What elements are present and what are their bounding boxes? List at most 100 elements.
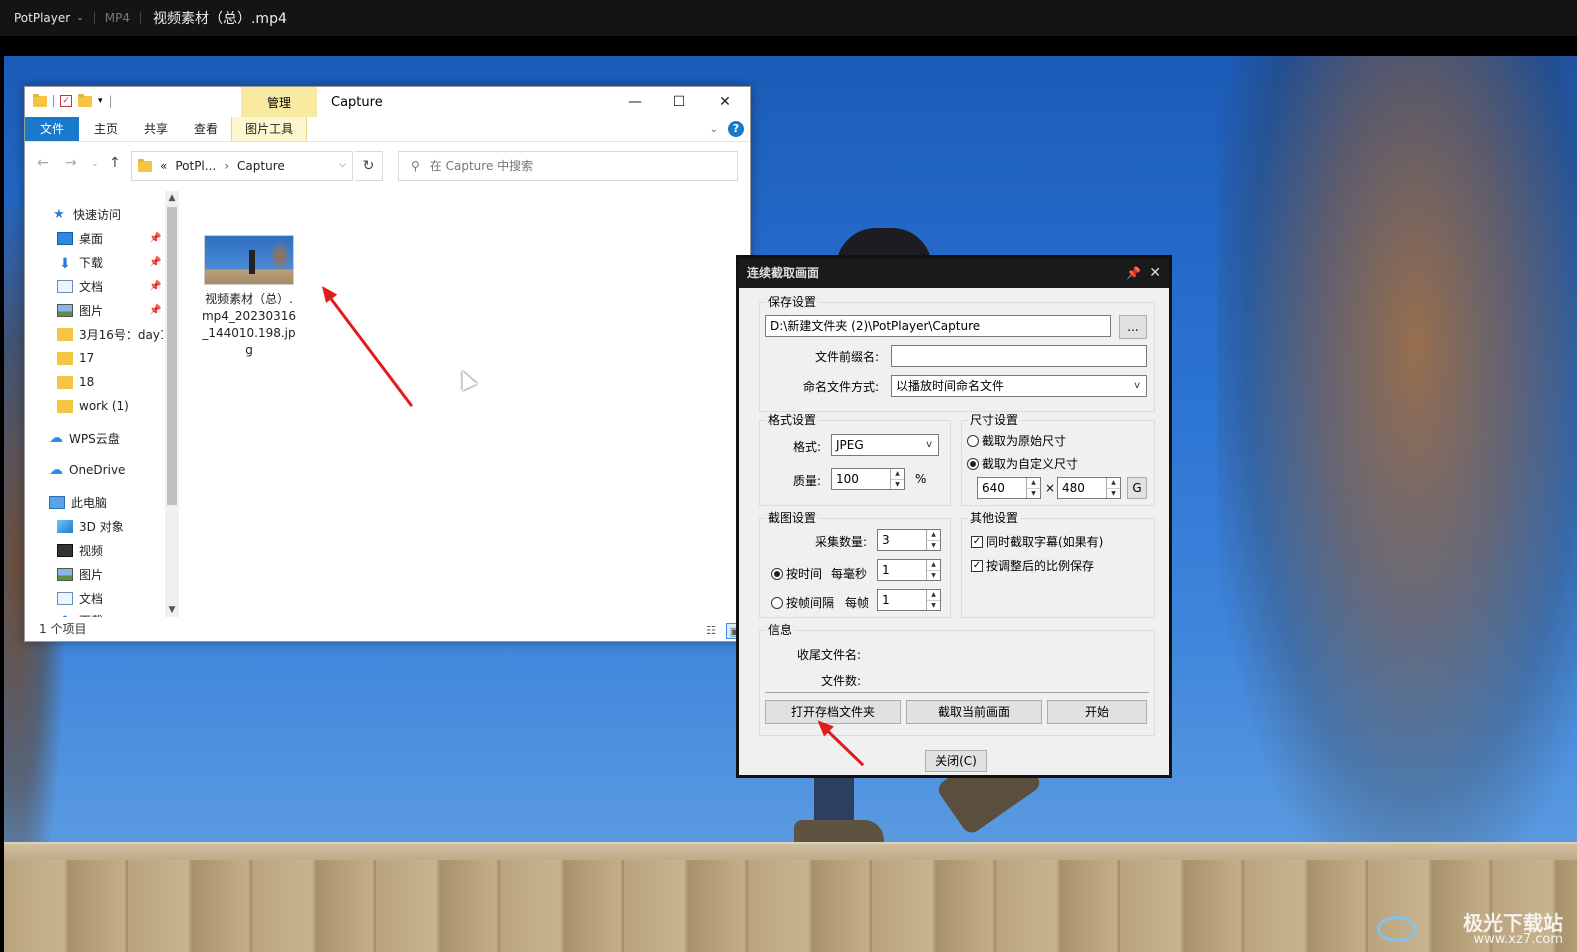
size-custom-radio[interactable]: 截取为自定义尺寸	[967, 455, 1078, 472]
nav-wps-cloud[interactable]: ☁ WPS云盘	[49, 427, 120, 449]
address-bar[interactable]: « PotPl... › Capture ⌵	[131, 151, 353, 181]
scroll-up-icon[interactable]: ▲	[165, 193, 179, 203]
count-input[interactable]: 3 ▲ ▼	[877, 529, 941, 551]
picture-icon	[57, 567, 73, 581]
recent-chevron-icon[interactable]: ⌄	[91, 159, 99, 169]
naming-value: 以播放时间命名文件	[896, 379, 1005, 393]
nav-folder-17[interactable]: 17	[57, 347, 94, 369]
frame-interval-input[interactable]: 1 ▲ ▼	[877, 589, 941, 611]
nav-3d-objects[interactable]: 3D 对象	[57, 515, 124, 537]
nav-this-pc[interactable]: 此电脑	[49, 491, 107, 513]
nav-quick-access[interactable]: ★ 快速访问	[51, 203, 121, 225]
format-settings-group: 格式设置	[759, 413, 951, 506]
close-icon[interactable]: ✕	[1149, 258, 1161, 288]
folder-icon[interactable]	[33, 93, 47, 107]
help-icon[interactable]: ?	[728, 121, 744, 137]
prefix-input[interactable]	[891, 345, 1147, 367]
new-folder-icon[interactable]	[78, 93, 92, 107]
up-arrow-icon[interactable]: ↑	[109, 155, 121, 171]
nav-folder-18[interactable]: 18	[57, 371, 94, 393]
breadcrumb-capture[interactable]: Capture	[237, 159, 285, 173]
cloud-icon: ☁	[49, 430, 63, 446]
nav-onedrive[interactable]: ☁ OneDrive	[49, 459, 125, 481]
height-spinner[interactable]: ▲ ▼	[1106, 478, 1120, 498]
frame-spinner[interactable]: ▲ ▼	[926, 590, 940, 610]
address-dropdown-chevron-icon[interactable]: ⌵	[339, 160, 346, 170]
quality-spinner[interactable]: ▲ ▼	[890, 469, 904, 489]
tab-home[interactable]: 主页	[81, 117, 131, 141]
forward-arrow-icon[interactable]: →	[65, 155, 77, 171]
format-select[interactable]: JPEG v	[831, 434, 939, 456]
computer-icon	[49, 495, 65, 509]
file-item[interactable]: 视频素材（总）.mp4_20230316_144010.198.jpg	[201, 235, 297, 359]
nav-pc-downloads[interactable]: ⬇ 下载	[57, 609, 103, 618]
image-thumbnail[interactable]	[204, 235, 294, 285]
nav-label: 3月16号：day1	[79, 327, 163, 342]
nav-desktop[interactable]: 桌面	[57, 227, 103, 249]
close-button[interactable]: 关闭(C)	[925, 750, 987, 772]
tab-view[interactable]: 查看	[181, 117, 231, 141]
expand-ribbon-chevron-icon[interactable]: ⌄	[710, 124, 718, 135]
capture-subtitles-checkbox[interactable]: ✓ 同时截取字幕(如果有)	[971, 533, 1103, 550]
customize-toolbar-chevron-icon[interactable]: ▾	[98, 96, 103, 106]
last-file-label: 收尾文件名:	[796, 648, 861, 662]
count-spinner[interactable]: ▲ ▼	[926, 530, 940, 550]
scroll-down-icon[interactable]: ▼	[165, 605, 179, 615]
dialog-title: 连续截取画面	[739, 258, 1169, 288]
folder-icon	[138, 158, 152, 172]
start-button[interactable]: 开始	[1047, 700, 1147, 724]
scroll-thumb[interactable]	[167, 207, 177, 505]
nav-folder-day1[interactable]: 3月16号：day1	[57, 323, 163, 345]
quick-access-separator: |	[108, 94, 113, 108]
open-folder-button[interactable]: 打开存档文件夹	[765, 700, 901, 724]
back-arrow-icon[interactable]: ←	[37, 155, 49, 171]
minimize-button[interactable]: —	[613, 89, 657, 115]
details-view-icon[interactable]: ☷	[702, 623, 720, 639]
onedrive-cloud-icon: ☁	[49, 462, 63, 478]
radio-label: 按帧间隔	[786, 596, 835, 610]
nav-pc-documents[interactable]: 文档	[57, 587, 103, 609]
address-prefix[interactable]: «	[160, 159, 167, 173]
quality-input[interactable]: 100 ▲ ▼	[831, 468, 905, 490]
naming-select[interactable]: 以播放时间命名文件 v	[891, 375, 1147, 397]
height-input[interactable]: 480 ▲ ▼	[1057, 477, 1121, 499]
by-frame-radio[interactable]: 按帧间隔	[771, 594, 834, 611]
nav-pictures[interactable]: 图片	[57, 299, 103, 321]
nav-folder-work[interactable]: work (1)	[57, 395, 129, 417]
folder-icon	[57, 399, 73, 413]
refresh-icon[interactable]: ↻	[355, 151, 383, 181]
size-original-radio[interactable]: 截取为原始尺寸	[967, 432, 1066, 449]
keep-ratio-checkbox[interactable]: ✓ 按调整后的比例保存	[971, 557, 1094, 574]
explorer-title: Capture	[331, 95, 383, 110]
close-button[interactable]: ✕	[703, 89, 747, 115]
time-spinner[interactable]: ▲ ▼	[926, 560, 940, 580]
player-menu-button[interactable]: PotPlayer ⌄	[0, 11, 84, 25]
save-path-field[interactable]: D:\新建文件夹 (2)\PotPlayer\Capture	[765, 315, 1111, 337]
width-spinner[interactable]: ▲ ▼	[1026, 478, 1040, 498]
tab-picture-tools[interactable]: 图片工具	[231, 117, 308, 141]
quality-value: 100	[836, 472, 859, 486]
group-title: 信息	[766, 623, 795, 637]
nav-downloads[interactable]: ⬇ 下载	[57, 251, 103, 273]
nav-pc-pictures[interactable]: 图片	[57, 563, 103, 585]
browse-button[interactable]: ...	[1119, 315, 1147, 339]
properties-check-icon[interactable]: ✓	[60, 95, 72, 107]
nav-documents[interactable]: 文档	[57, 275, 103, 297]
search-input[interactable]	[429, 159, 710, 173]
tab-manage[interactable]: 管理	[241, 87, 317, 117]
maximize-button[interactable]: ☐	[657, 89, 701, 115]
prefix-label: 文件前缀名:	[814, 350, 879, 364]
capture-now-button[interactable]: 截取当前画面	[906, 700, 1042, 724]
breadcrumb-potplayer[interactable]: PotPl...	[175, 159, 216, 173]
nav-scrollbar[interactable]: ▲ ▼	[165, 191, 179, 617]
pin-icon[interactable]: 📌	[1126, 258, 1141, 288]
g-button[interactable]: G	[1127, 477, 1147, 499]
by-time-radio[interactable]: 按时间	[771, 565, 822, 582]
width-input[interactable]: 640 ▲ ▼	[977, 477, 1041, 499]
status-bar-count: 1 个项目	[39, 622, 87, 636]
tab-file[interactable]: 文件	[25, 117, 80, 141]
tab-share[interactable]: 共享	[131, 117, 181, 141]
time-interval-input[interactable]: 1 ▲ ▼	[877, 559, 941, 581]
nav-videos[interactable]: 视频	[57, 539, 103, 561]
search-box[interactable]: ⚲	[398, 151, 738, 181]
